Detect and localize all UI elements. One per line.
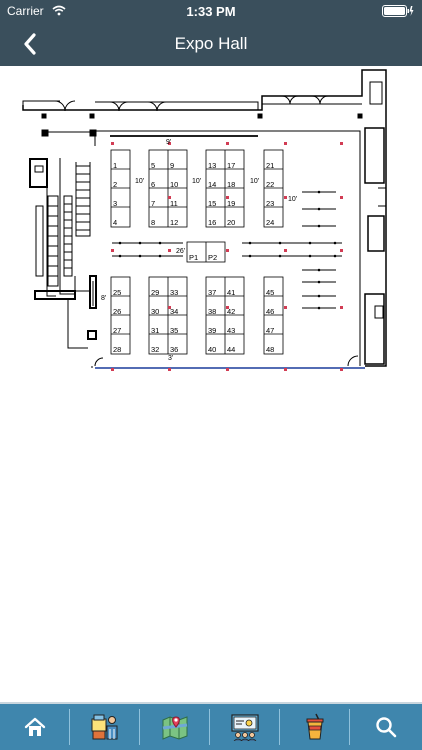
- booth-48[interactable]: 48: [266, 345, 274, 354]
- booth-1[interactable]: 1: [113, 161, 117, 170]
- booth-5[interactable]: 5: [151, 161, 155, 170]
- search-icon: [376, 717, 397, 738]
- booth-29[interactable]: 29: [151, 288, 159, 297]
- booth-23[interactable]: 23: [266, 199, 274, 208]
- booth-47[interactable]: 47: [266, 326, 274, 335]
- booth-4[interactable]: 4: [113, 218, 117, 227]
- booth-32[interactable]: 32: [151, 345, 159, 354]
- booth-35[interactable]: 35: [170, 326, 178, 335]
- booth-36[interactable]: 36: [170, 345, 178, 354]
- exhibitors-icon: [91, 714, 118, 740]
- booth-11[interactable]: 11: [170, 199, 178, 208]
- booth-18[interactable]: 18: [227, 180, 235, 189]
- booth-33[interactable]: 33: [170, 288, 178, 297]
- clock: 1:33 PM: [186, 4, 236, 19]
- booth-22[interactable]: 22: [266, 180, 274, 189]
- booth-17[interactable]: 17: [227, 161, 235, 170]
- booth-30[interactable]: 30: [151, 307, 159, 316]
- booth-46[interactable]: 46: [266, 307, 274, 316]
- schedule-icon: [231, 714, 259, 741]
- tab-schedule[interactable]: [210, 704, 280, 750]
- booth-34[interactable]: 34: [170, 307, 178, 316]
- booth-7[interactable]: 7: [151, 199, 155, 208]
- dim-label: 8': [101, 295, 106, 302]
- booth-13[interactable]: 13: [208, 161, 216, 170]
- booth-9[interactable]: 9: [170, 161, 174, 170]
- tab-exhibitors[interactable]: [70, 704, 140, 750]
- booth-21[interactable]: 21: [266, 161, 274, 170]
- booth-p2[interactable]: P2: [208, 253, 217, 262]
- dim-label: 10': [192, 178, 201, 185]
- expo-hall-floor-plan[interactable]: 9' 10' 10' 10' 10' 26' 8' 3' 1 2 3 4 5 6…: [0, 66, 422, 386]
- booth-31[interactable]: 31: [151, 326, 159, 335]
- status-bar: Carrier 1:33 PM: [0, 0, 422, 22]
- booth-26[interactable]: 26: [113, 307, 121, 316]
- booth-16[interactable]: 16: [208, 218, 216, 227]
- tab-map[interactable]: [140, 704, 210, 750]
- tab-bar: [0, 704, 422, 750]
- dim-label: 9': [166, 139, 171, 146]
- booth-3[interactable]: 3: [113, 199, 117, 208]
- booth-41[interactable]: 41: [227, 288, 235, 297]
- booth-37[interactable]: 37: [208, 288, 216, 297]
- booth-39[interactable]: 39: [208, 326, 216, 335]
- booth-24[interactable]: 24: [266, 218, 274, 227]
- booth-19[interactable]: 19: [227, 199, 235, 208]
- page-title: Expo Hall: [174, 34, 248, 53]
- home-icon: [24, 717, 46, 736]
- dim-label: 10': [250, 178, 259, 185]
- booth-8[interactable]: 8: [151, 218, 155, 227]
- booth-15[interactable]: 15: [208, 199, 216, 208]
- dim-label: 10': [135, 178, 144, 185]
- tab-drinks[interactable]: [280, 704, 350, 750]
- booth-10[interactable]: 10: [170, 180, 178, 189]
- booth-44[interactable]: 44: [227, 345, 235, 354]
- dim-label: 3': [168, 355, 173, 362]
- booth-40[interactable]: 40: [208, 345, 216, 354]
- booth-2[interactable]: 2: [113, 180, 117, 189]
- booth-20[interactable]: 20: [227, 218, 235, 227]
- booth-6[interactable]: 6: [151, 180, 155, 189]
- battery-icon: [382, 5, 414, 17]
- booth-12[interactable]: 12: [170, 218, 178, 227]
- tab-home[interactable]: [0, 704, 70, 750]
- dim-label: 10': [288, 196, 297, 203]
- booth-45[interactable]: 45: [266, 288, 274, 297]
- booth-38[interactable]: 38: [208, 307, 216, 316]
- booth-14[interactable]: 14: [208, 180, 216, 189]
- dim-label: 26': [176, 248, 185, 255]
- booth-28[interactable]: 28: [113, 345, 121, 354]
- drinks-icon: [306, 713, 324, 740]
- tab-search[interactable]: [350, 704, 422, 750]
- map-icon: [162, 716, 188, 740]
- booth-25[interactable]: 25: [113, 288, 121, 297]
- booth-27[interactable]: 27: [113, 326, 121, 335]
- booth-p1[interactable]: P1: [189, 253, 198, 262]
- booth-42[interactable]: 42: [227, 307, 235, 316]
- booth-43[interactable]: 43: [227, 326, 235, 335]
- nav-bar: Expo Hall: [0, 22, 422, 66]
